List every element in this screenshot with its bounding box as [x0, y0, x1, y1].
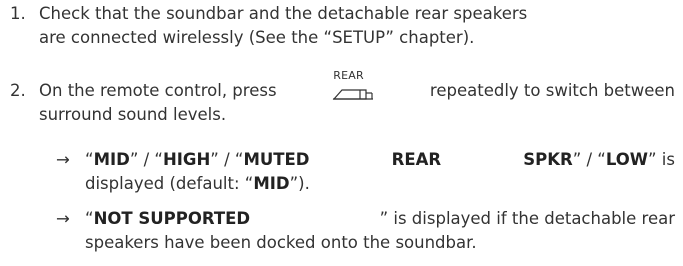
rear-speaker-icon — [332, 89, 374, 100]
rear-button: REAR — [330, 70, 376, 103]
mode-muted: MUTED — [243, 150, 310, 169]
mode-mid: MID — [93, 150, 130, 169]
step-1: 1. Check that the soundbar and the detac… — [10, 2, 675, 50]
text-segment: “ — [85, 209, 94, 228]
text-segment: ” / “ — [210, 150, 244, 169]
result-item: → “MID” / “HIGH” / “MUTED REAR SPKR” / “… — [56, 148, 675, 196]
arrow-icon: → — [56, 150, 70, 169]
mode-spkr: SPKR — [523, 150, 573, 169]
text-segment: ” / “ — [129, 150, 163, 169]
result-text-line: speakers have been docked onto the sound… — [85, 233, 477, 252]
text-segment: ” is — [648, 150, 675, 169]
arrow-icon: → — [56, 209, 70, 228]
step-2: 2. On the remote control, press REAR rep… — [10, 70, 675, 266]
mode-high: HIGH — [162, 150, 211, 169]
text-segment: displayed (default: “ — [85, 174, 254, 193]
step-text-line: are connected wirelessly (See the “SETUP… — [39, 28, 475, 47]
text-segment: ” is displayed if the detachable rear — [379, 209, 675, 228]
result-text-line: displayed (default: “MID”). — [85, 172, 310, 196]
step-text-line: On the remote control, press REAR repeat… — [39, 70, 675, 103]
step-body: On the remote control, press REAR repeat… — [39, 70, 675, 127]
step-text-line: Check that the soundbar and the detachab… — [39, 4, 528, 23]
step-text-after-button: repeatedly to switch between — [429, 81, 675, 100]
result-text-group: “MID” / “HIGH” / “MUTED — [85, 148, 310, 172]
text-segment: ” / “ — [572, 150, 606, 169]
step-number: 2. — [10, 81, 26, 100]
result-item: → “NOT SUPPORTED ” is displayed if the d… — [56, 207, 675, 255]
mode-low: LOW — [605, 150, 649, 169]
result-text-group: “NOT SUPPORTED — [85, 207, 250, 231]
text-segment: ”). — [289, 174, 310, 193]
default-mode: MID — [253, 174, 290, 193]
result-text-line: “NOT SUPPORTED ” is displayed if the det… — [85, 207, 675, 231]
step-text-before-button: On the remote control, press — [39, 81, 277, 100]
instruction-document: 1. Check that the soundbar and the detac… — [0, 0, 683, 266]
text-segment: “ — [85, 150, 94, 169]
result-text-group: SPKR” / “LOW” is — [523, 148, 675, 172]
mode-rear: REAR — [391, 150, 442, 169]
not-supported-text: NOT SUPPORTED — [93, 209, 251, 228]
step-text-line: surround sound levels. — [39, 105, 227, 124]
result-text-line: “MID” / “HIGH” / “MUTED REAR SPKR” / “LO… — [85, 148, 675, 172]
step-number: 1. — [10, 4, 26, 23]
rear-button-label: REAR — [333, 69, 364, 82]
